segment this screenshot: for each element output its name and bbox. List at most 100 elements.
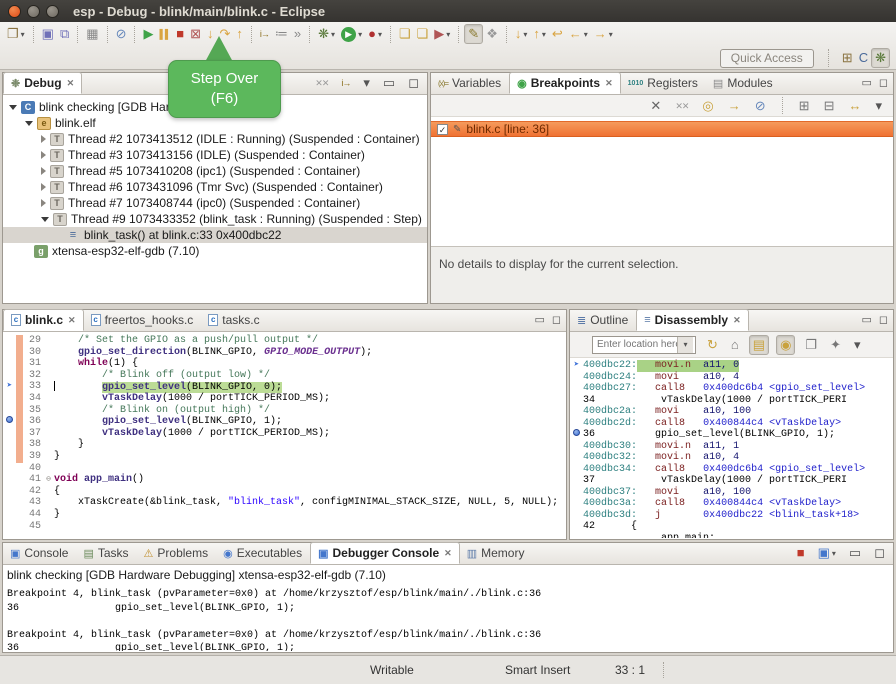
minimize-icon[interactable]: ▭: [861, 73, 871, 93]
minimize-icon[interactable]: ▭: [861, 310, 871, 330]
open-symbol-file-button[interactable]: ❏: [396, 24, 414, 44]
disassembly-line[interactable]: 400dbc2d: call8 0x400844c4 <vTaskDelay>: [570, 418, 893, 430]
annotation-ruler[interactable]: [3, 358, 16, 370]
collapse-all-button[interactable]: ⊟: [821, 96, 838, 116]
annotation-ruler[interactable]: [3, 439, 16, 451]
fold-marker[interactable]: ⊖: [43, 474, 54, 486]
minimize-icon[interactable]: ▭: [534, 310, 544, 330]
mark-occurrences-toggle[interactable]: ✎: [464, 24, 483, 44]
pin-view-button[interactable]: ✦: [827, 335, 844, 355]
line-number[interactable]: 39: [23, 451, 43, 463]
code-line[interactable]: 35 /* Blink on (output high) */: [3, 405, 566, 417]
debug-tree-item[interactable]: TThread #9 1073433352 (blink_task : Runn…: [3, 211, 427, 227]
previous-annotation-button[interactable]: ↑▾: [530, 24, 549, 44]
code-line[interactable]: 45: [3, 521, 566, 533]
disassembly-line[interactable]: 400dbc27: call8 0x400dc6b4 <gpio_set_lev…: [570, 383, 893, 395]
disassembly-line[interactable]: 400dbc3a: call8 0x400844c4 <vTaskDelay>: [570, 498, 893, 510]
build-button[interactable]: ▦: [83, 24, 101, 44]
maximize-button[interactable]: ◻: [405, 73, 422, 93]
view-menu-button[interactable]: ▾: [872, 96, 885, 116]
console-tab-tasks[interactable]: ▤Tasks: [76, 542, 136, 564]
debug-tab-debug[interactable]: ❉Debug✕: [3, 72, 82, 94]
line-number[interactable]: 40: [23, 463, 43, 475]
code-editor[interactable]: 29 /* Set the GPIO as a push/pull output…: [3, 332, 566, 539]
console-tab-console[interactable]: ▣Console: [3, 542, 76, 564]
annotation-properties-button[interactable]: ❖: [483, 24, 501, 44]
code-line[interactable]: 42{: [3, 486, 566, 498]
views-tab-variables[interactable]: (x)=Variables: [431, 72, 509, 94]
disassembly-line[interactable]: 400dbc37: movi a10, 100: [570, 487, 893, 499]
console-tab-memory[interactable]: ▥Memory: [460, 542, 533, 564]
chevron-down-icon[interactable]: [9, 105, 17, 110]
line-number[interactable]: 43: [23, 497, 43, 509]
resume-button[interactable]: ▶: [140, 24, 156, 44]
line-number[interactable]: 42: [23, 486, 43, 498]
annotation-ruler[interactable]: [3, 393, 16, 405]
step-return-button[interactable]: ↑: [233, 24, 246, 44]
console-output[interactable]: blink checking [GDB Hardware Debugging] …: [3, 565, 893, 651]
debug-tree-item[interactable]: TThread #3 1073413156 (IDLE) (Suspended …: [3, 147, 427, 163]
annotation-ruler[interactable]: [3, 486, 16, 498]
views-tab-registers[interactable]: 1010Registers: [621, 72, 706, 94]
home-button[interactable]: ⌂: [728, 335, 742, 355]
location-combo[interactable]: ▾: [592, 336, 696, 354]
minimize-button[interactable]: ▭: [380, 73, 398, 93]
terminate-button[interactable]: ■: [173, 24, 187, 44]
disassembly-line[interactable]: 400dbc3d: j 0x400dbc22 <blink_task+18>: [570, 510, 893, 522]
line-number[interactable]: 36: [23, 416, 43, 428]
line-number[interactable]: 29: [23, 335, 43, 347]
line-number[interactable]: 30: [23, 347, 43, 359]
window-maximize-button[interactable]: [46, 5, 59, 18]
open-elf-file-button[interactable]: ❏: [414, 24, 432, 44]
chevron-down-icon[interactable]: [25, 121, 33, 126]
back-button[interactable]: ←▾: [566, 24, 591, 44]
close-icon[interactable]: ✕: [68, 315, 76, 326]
annotation-ruler[interactable]: [3, 428, 16, 440]
show-breakpoints-for-button[interactable]: ◎: [699, 96, 716, 116]
skip-all-breakpoints-toggle[interactable]: ⊘: [752, 96, 769, 116]
open-new-view-button[interactable]: ❐: [802, 335, 820, 355]
debug-tree-item[interactable]: TThread #5 1073410208 (ipc1) (Suspended …: [3, 163, 427, 179]
window-minimize-button[interactable]: [27, 5, 40, 18]
run-as-button[interactable]: ▶▾: [338, 24, 365, 44]
code-line[interactable]: 34 vTaskDelay(1000 / portTICK_PERIOD_MS)…: [3, 393, 566, 405]
annotation-ruler[interactable]: [3, 451, 16, 463]
remove-all-terminated-button[interactable]: ✕✕: [312, 73, 331, 93]
debug-tree-item[interactable]: TThread #7 1073408744 (ipc0) (Suspended …: [3, 195, 427, 211]
console-tab-debugger-console[interactable]: ▣Debugger Console✕: [310, 542, 460, 564]
views-tab-outline[interactable]: ≣Outline: [570, 309, 636, 331]
view-menu-button[interactable]: ▾: [851, 335, 864, 355]
display-selected-console-button[interactable]: ▣▾: [815, 543, 839, 563]
maximize-icon[interactable]: ◻: [879, 73, 888, 93]
code-line[interactable]: 43 xTaskCreate(&blink_task, "blink_task"…: [3, 497, 566, 509]
minimize-button[interactable]: ▭: [846, 543, 864, 563]
annotation-ruler[interactable]: [3, 521, 16, 533]
code-line[interactable]: 29 /* Set the GPIO as a push/pull output…: [3, 335, 566, 347]
debug-tree-item[interactable]: ≡blink_task() at blink.c:33 0x400dbc22: [3, 227, 427, 243]
skip-all-breakpoints-button[interactable]: ⊘: [113, 24, 130, 44]
debug-tree-item[interactable]: gxtensa-esp32-elf-gdb (7.10): [3, 243, 427, 259]
close-icon[interactable]: ✕: [67, 78, 75, 89]
cpp-perspective-button[interactable]: C: [856, 48, 871, 68]
go-to-file-button[interactable]: →: [725, 96, 744, 116]
disconnect-button[interactable]: ⊠: [187, 24, 204, 44]
views-tab-breakpoints[interactable]: ◉Breakpoints✕: [509, 72, 621, 94]
chevron-down-icon[interactable]: [41, 217, 49, 222]
annotation-ruler[interactable]: [3, 335, 16, 347]
debug-tree-item[interactable]: TThread #6 1073431096 (Tmr Svc) (Suspend…: [3, 179, 427, 195]
annotation-ruler[interactable]: [3, 463, 16, 475]
breakpoint-row[interactable]: ✓ ✎ blink.c [line: 36]: [431, 121, 893, 137]
maximize-icon[interactable]: ◻: [879, 310, 888, 330]
annotation-ruler[interactable]: [3, 370, 16, 382]
code-line[interactable]: 40: [3, 463, 566, 475]
console-tab-problems[interactable]: ⚠Problems: [137, 542, 217, 564]
disassembly-line[interactable]: 36 gpio_set_level(BLINK_GPIO, 1);: [570, 429, 893, 441]
suspend-button[interactable]: ▌▌: [156, 24, 173, 44]
terminate-console-button[interactable]: ■: [794, 543, 808, 563]
external-tools-button[interactable]: ▶▾: [431, 24, 453, 44]
line-number[interactable]: 34: [23, 393, 43, 405]
code-line[interactable]: 36 gpio_set_level(BLINK_GPIO, 1);: [3, 416, 566, 428]
chevron-down-icon[interactable]: ▾: [677, 337, 693, 353]
code-line[interactable]: 32 /* Blink off (output low) */: [3, 370, 566, 382]
last-edit-location-button[interactable]: ↩: [549, 24, 566, 44]
